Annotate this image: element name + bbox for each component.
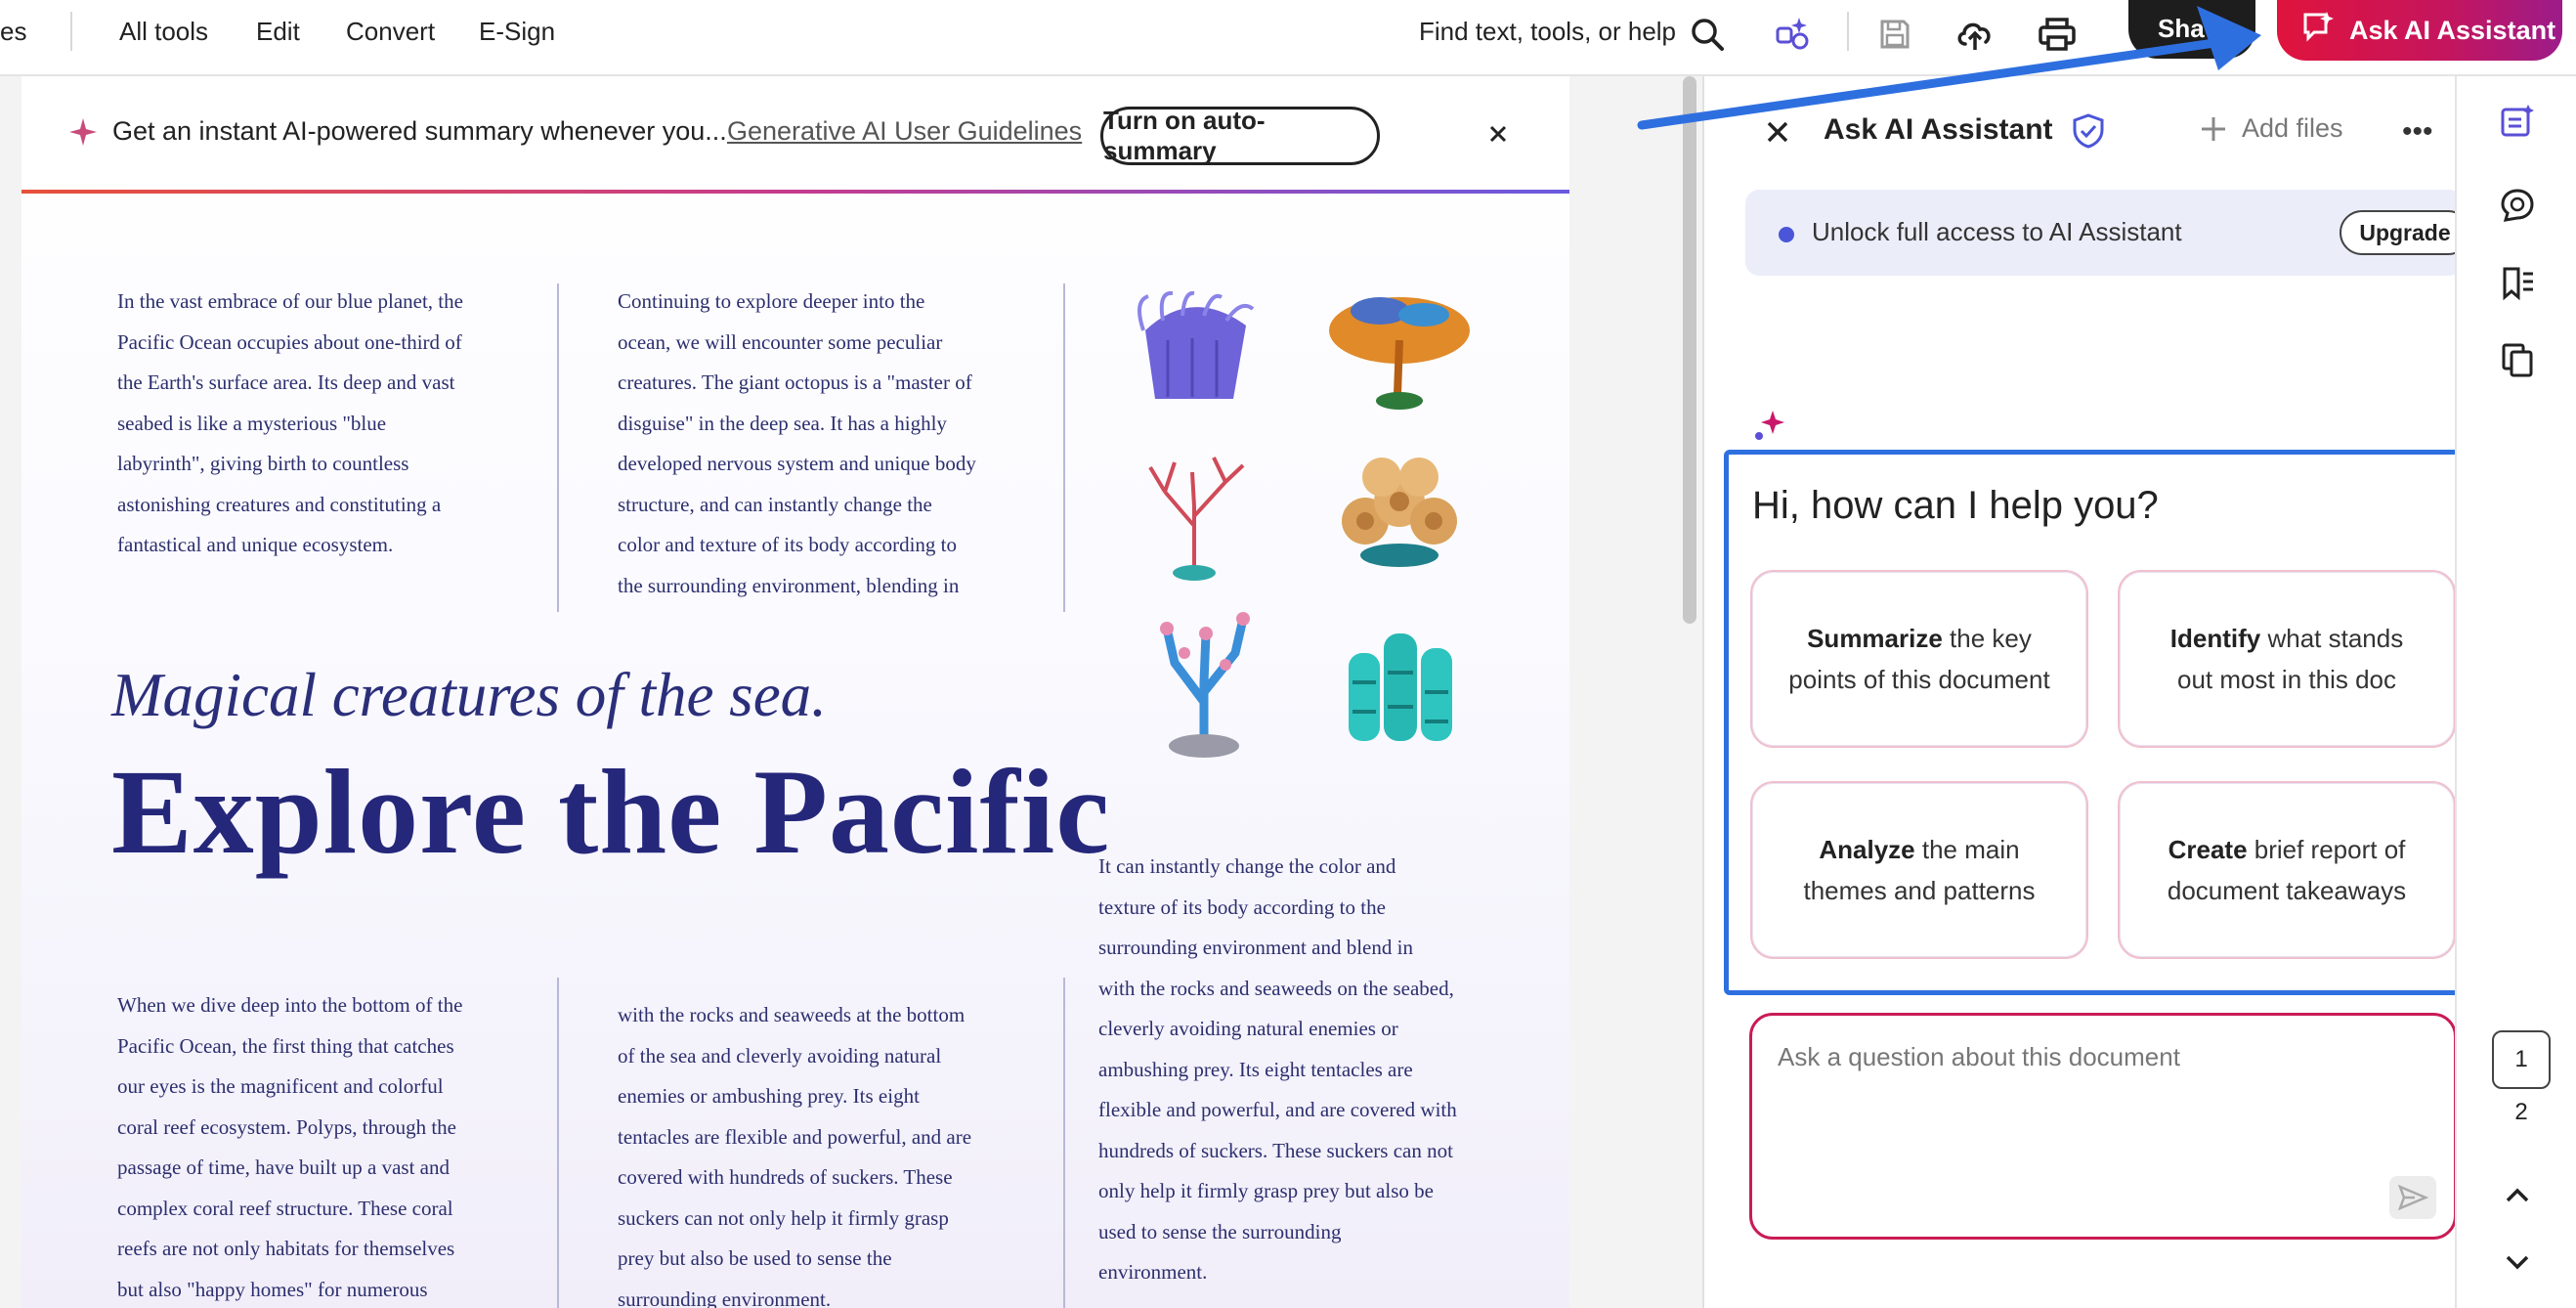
- mushroom-coral-image: [1342, 458, 1457, 567]
- upgrade-button[interactable]: Upgrade: [2340, 210, 2470, 255]
- auto-summary-banner: Get an instant AI-powered summary whenev…: [21, 76, 1569, 194]
- turn-on-auto-summary-button[interactable]: Turn on auto-summary: [1100, 106, 1380, 165]
- section-title: Explore the Pacific: [111, 745, 1111, 879]
- text-column-5: with the rocks and seaweeds at the botto…: [618, 1003, 972, 1308]
- toolbar-divider: [1847, 12, 1849, 51]
- chevron-down-icon[interactable]: [2498, 1243, 2537, 1283]
- page-1-thumbnail[interactable]: 1: [2492, 1030, 2551, 1089]
- ask-question-box[interactable]: [1749, 1013, 2457, 1240]
- close-banner-icon[interactable]: [1483, 119, 1513, 149]
- pages-icon[interactable]: [2498, 340, 2537, 379]
- unlock-access-banner: Unlock full access to AI Assistant Upgra…: [1745, 190, 2470, 276]
- status-dot: [1779, 227, 1794, 242]
- right-tool-rail: 1 2: [2455, 76, 2576, 1308]
- ai-sparkle-icon: [1755, 411, 1784, 440]
- ai-chat-icon: [2300, 10, 2336, 52]
- scrollbar-thumb[interactable]: [1683, 76, 1696, 624]
- analyze-card[interactable]: Analyze the main themes and patterns: [1750, 781, 2088, 959]
- text-column-4: When we dive deep into the bottom of the…: [117, 993, 463, 1301]
- identify-card[interactable]: Identify what stands out most in this doc: [2118, 570, 2456, 748]
- plus-icon: [2202, 116, 2225, 141]
- shield-check-icon[interactable]: [2072, 113, 2105, 149]
- section-subtitle: Magical creatures of the sea.: [111, 661, 827, 729]
- ai-assistant-panel: Ask AI Assistant Add files ••• Unlock fu…: [1702, 76, 2476, 1308]
- menu-e-sign[interactable]: E-Sign: [479, 14, 555, 49]
- add-files-label: Add files: [2242, 113, 2343, 143]
- menu-edit[interactable]: Edit: [256, 14, 300, 49]
- menu-all-tools[interactable]: All tools: [119, 14, 208, 49]
- toolbar-divider: [70, 12, 72, 51]
- page-2-thumbnail[interactable]: 2: [2492, 1093, 2551, 1132]
- column-divider: [1063, 283, 1065, 612]
- app-window: es All tools Edit Convert E-Sign Find te…: [0, 0, 2576, 1308]
- send-icon[interactable]: [2389, 1176, 2436, 1219]
- text-column-2: Continuing to explore deeper into the oce…: [618, 289, 976, 597]
- save-icon[interactable]: [1872, 12, 1917, 57]
- ask-question-input[interactable]: [1778, 1035, 2403, 1078]
- column-divider: [557, 978, 559, 1308]
- orange-tree-coral-image: [1329, 297, 1470, 410]
- upload-icon[interactable]: [1953, 12, 1997, 57]
- tube-coral-image: [1349, 633, 1452, 741]
- more-options-icon[interactable]: •••: [2402, 115, 2433, 149]
- top-toolbar: es All tools Edit Convert E-Sign Find te…: [0, 0, 2576, 76]
- ai-guidelines-link[interactable]: Generative AI User Guidelines: [727, 116, 1082, 147]
- close-panel-icon[interactable]: [1765, 119, 1790, 145]
- ask-ai-assistant-button[interactable]: Ask AI Assistant: [2277, 0, 2562, 61]
- find-tools-label[interactable]: Find text, tools, or help: [1419, 14, 1676, 49]
- comment-icon[interactable]: [2498, 186, 2537, 225]
- ai-summary-icon[interactable]: [2498, 102, 2537, 141]
- column-divider: [1063, 978, 1065, 1308]
- chevron-up-icon[interactable]: [2498, 1175, 2537, 1214]
- column-divider: [557, 283, 559, 612]
- document-viewer[interactable]: In the vast embrace of our blue planet, …: [0, 76, 1702, 1308]
- menu-convert[interactable]: Convert: [346, 14, 435, 49]
- help-prompt-box: Hi, how can I help you? Summarize the ke…: [1724, 450, 2476, 995]
- document-scrollbar[interactable]: [1683, 76, 1696, 624]
- red-branch-coral-image: [1148, 457, 1245, 581]
- text-column-3: It can instantly change the color and tex…: [1098, 854, 1457, 1284]
- greeting-text: Hi, how can I help you?: [1752, 484, 2159, 527]
- ask-ai-assistant-label: Ask AI Assistant: [2349, 15, 2556, 45]
- document-page: In the vast embrace of our blue planet, …: [21, 76, 1569, 1308]
- banner-message: Get an instant AI-powered summary whenev…: [112, 116, 727, 146]
- add-files-button[interactable]: Add files: [2199, 113, 2343, 144]
- text-column-1: In the vast embrace of our blue planet, …: [117, 289, 463, 556]
- pink-blue-coral-image: [1160, 612, 1250, 758]
- share-button[interactable]: Sha: [2128, 0, 2255, 59]
- ai-sparkle-icon: [69, 118, 97, 146]
- sea-anemone-image: [1138, 291, 1255, 399]
- print-icon[interactable]: [2035, 12, 2080, 57]
- search-icon[interactable]: [1685, 12, 1730, 57]
- create-report-card[interactable]: Create brief report of document takeaways: [2118, 781, 2456, 959]
- ai-tools-icon[interactable]: [1771, 12, 1816, 57]
- cut-tab-label[interactable]: es: [0, 14, 26, 49]
- summarize-card[interactable]: Summarize the key points of this document: [1750, 570, 2088, 748]
- unlock-text: Unlock full access to AI Assistant: [1812, 217, 2182, 246]
- bookmark-icon[interactable]: [2498, 264, 2537, 303]
- panel-title: Ask AI Assistant: [1824, 113, 2053, 146]
